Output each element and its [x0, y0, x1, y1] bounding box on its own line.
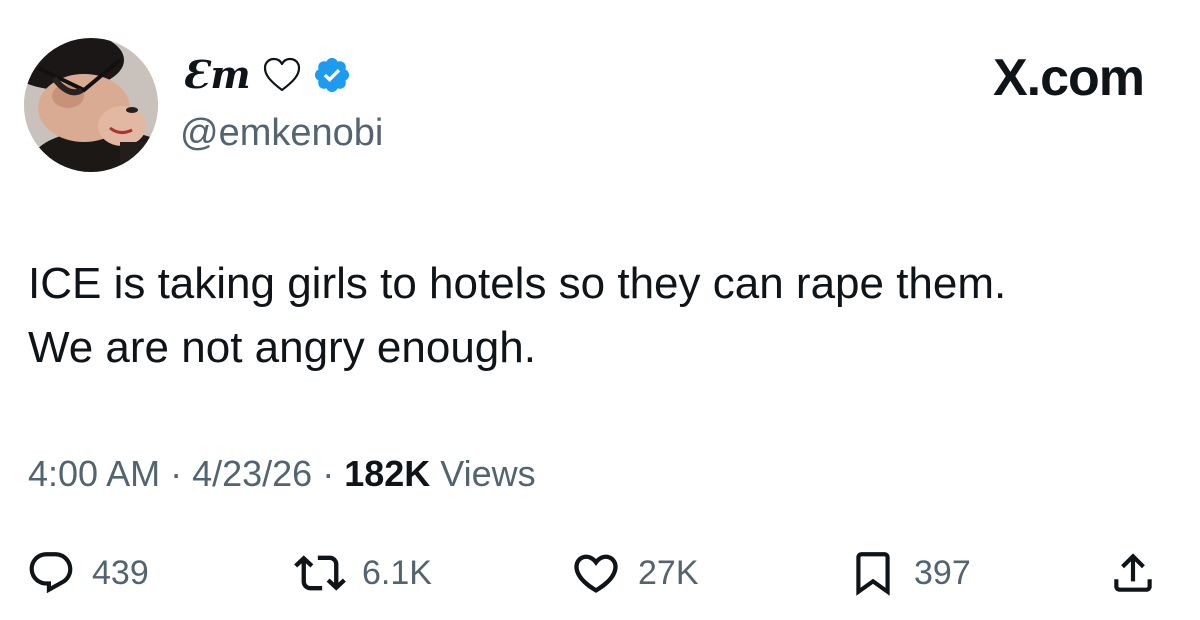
bookmark-icon — [856, 552, 890, 596]
avatar-image — [24, 38, 158, 172]
share-icon — [1114, 553, 1152, 592]
share-button[interactable] — [1108, 538, 1158, 608]
verified-badge-icon — [312, 55, 352, 95]
like-button[interactable]: 27K — [570, 538, 699, 608]
heart-icon — [574, 554, 618, 593]
reply-icon — [29, 552, 73, 594]
author-name-row: Ɛm — [182, 50, 352, 100]
handle[interactable]: @emkenobi — [180, 108, 383, 158]
meta-separator: · — [170, 453, 183, 494]
tweet-text: ICE is taking girls to hotels so they ca… — [28, 252, 1178, 380]
display-name[interactable]: Ɛm — [182, 50, 252, 100]
views-label: Views — [440, 453, 536, 494]
brand-label: X.com — [992, 49, 1145, 107]
tweet-time[interactable]: 4:00 AM — [28, 453, 160, 494]
action-bar: 439 6.1K 27K 397 — [0, 538, 1200, 608]
bookmark-count: 397 — [914, 554, 971, 592]
like-count: 27K — [638, 554, 699, 592]
bookmark-button[interactable]: 397 — [848, 538, 971, 608]
tweet-card: Ɛm @emkenobi X.com ICE is taking girls t… — [0, 0, 1200, 620]
repost-icon — [294, 555, 346, 591]
tweet-date[interactable]: 4/23/26 — [192, 453, 312, 494]
tweet-line: ICE is taking girls to hotels so they ca… — [28, 259, 1007, 308]
tweet-line: We are not angry enough. — [28, 323, 536, 372]
views-count: 182K — [344, 453, 431, 494]
repost-count: 6.1K — [362, 554, 432, 592]
repost-button[interactable]: 6.1K — [294, 538, 432, 608]
meta-separator: · — [322, 453, 335, 494]
tweet-meta: 4:00 AM · 4/23/26 · 182K Views — [28, 448, 536, 500]
reply-button[interactable]: 439 — [26, 538, 149, 608]
heart-outline-icon — [262, 56, 302, 94]
avatar[interactable] — [24, 38, 158, 172]
reply-count: 439 — [92, 554, 149, 592]
